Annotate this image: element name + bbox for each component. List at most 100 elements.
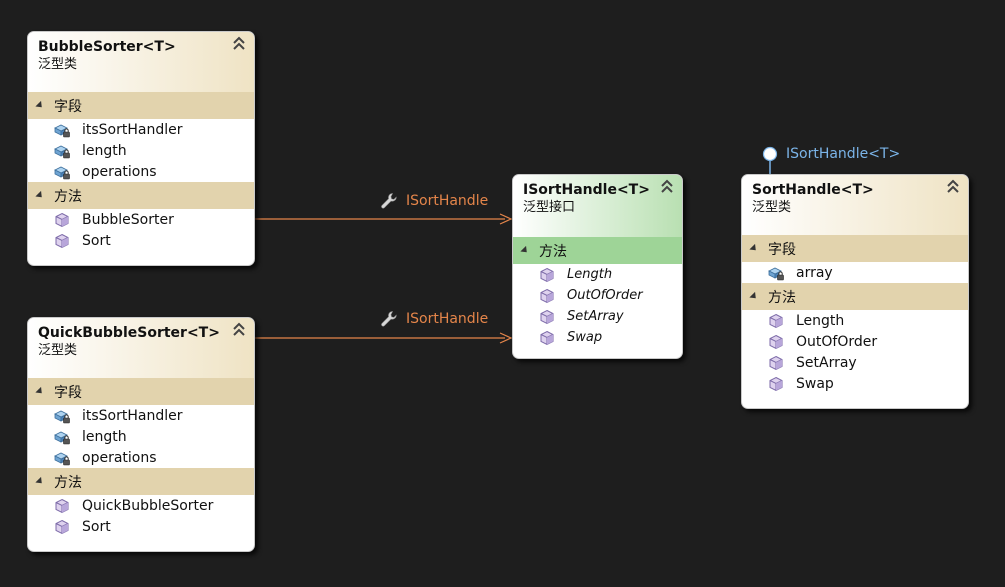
field-lock-icon xyxy=(54,429,70,445)
method-name: BubbleSorter xyxy=(82,211,174,228)
method-item[interactable]: Sort xyxy=(28,516,254,537)
section-methods[interactable]: 方法 xyxy=(513,237,682,264)
method-name: OutOfOrder xyxy=(796,333,878,350)
field-lock-icon xyxy=(54,164,70,180)
class-quick-bubble-sorter[interactable]: QuickBubbleSorter<T> 泛型类 字段 itsSortHandl… xyxy=(27,317,255,552)
association-label-quick[interactable]: ISortHandle xyxy=(380,310,488,328)
wrench-icon xyxy=(380,192,398,210)
field-name: array xyxy=(796,264,833,281)
method-name: Swap xyxy=(567,330,603,345)
method-cube-icon xyxy=(539,330,555,346)
field-lock-icon xyxy=(54,143,70,159)
field-name: length xyxy=(82,142,127,159)
double-chevron-up-icon[interactable] xyxy=(232,322,246,338)
method-item[interactable]: Swap xyxy=(742,373,968,394)
interface-kind: 泛型接口 xyxy=(523,200,576,215)
field-lock-icon xyxy=(768,265,784,281)
field-name: itsSortHandler xyxy=(82,407,183,424)
section-label: 方法 xyxy=(54,474,82,491)
class-title: SortHandle<T> xyxy=(752,182,874,198)
class-kind: 泛型类 xyxy=(752,200,792,215)
method-name: SetArray xyxy=(567,309,624,324)
interface-isorthandle[interactable]: ISortHandle<T> 泛型接口 方法 Length OutOfOrder… xyxy=(512,174,683,359)
method-cube-icon xyxy=(768,355,784,371)
field-lock-icon xyxy=(54,450,70,466)
method-name: Sort xyxy=(82,518,111,535)
method-cube-icon xyxy=(539,309,555,325)
field-name: itsSortHandler xyxy=(82,121,183,138)
class-kind: 泛型类 xyxy=(38,343,78,358)
section-fields[interactable]: 字段 xyxy=(28,378,254,405)
method-item[interactable]: QuickBubbleSorter xyxy=(28,495,254,516)
association-text: ISortHandle xyxy=(406,311,489,327)
class-bubble-sorter[interactable]: BubbleSorter<T> 泛型类 字段 itsSortHandler le… xyxy=(27,31,255,266)
section-label: 方法 xyxy=(768,289,796,306)
method-cube-icon xyxy=(768,376,784,392)
method-cube-icon xyxy=(54,233,70,249)
method-name: Length xyxy=(796,312,845,329)
method-item[interactable]: Length xyxy=(513,264,682,285)
method-name: Sort xyxy=(82,232,111,249)
class-header[interactable]: SortHandle<T> 泛型类 xyxy=(742,175,968,235)
double-chevron-up-icon[interactable] xyxy=(660,179,674,195)
interface-header[interactable]: ISortHandle<T> 泛型接口 xyxy=(513,175,682,237)
method-cube-icon xyxy=(54,212,70,228)
method-item[interactable]: SetArray xyxy=(513,306,682,327)
section-methods[interactable]: 方法 xyxy=(28,182,254,209)
method-cube-icon xyxy=(54,498,70,514)
field-item[interactable]: operations xyxy=(28,447,254,468)
field-lock-icon xyxy=(54,122,70,138)
method-item[interactable]: OutOfOrder xyxy=(742,331,968,352)
field-name: operations xyxy=(82,449,157,466)
section-methods[interactable]: 方法 xyxy=(28,468,254,495)
field-name: operations xyxy=(82,163,157,180)
lollipop-interface-label[interactable]: ISortHandle<T> xyxy=(786,146,900,162)
method-name: QuickBubbleSorter xyxy=(82,497,214,514)
method-name: Length xyxy=(567,267,613,282)
field-item[interactable]: array xyxy=(742,262,968,283)
method-name: SetArray xyxy=(796,354,857,371)
section-methods[interactable]: 方法 xyxy=(742,283,968,310)
method-cube-icon xyxy=(768,313,784,329)
interface-title: ISortHandle<T> xyxy=(523,182,650,198)
method-cube-icon xyxy=(54,519,70,535)
field-item[interactable]: itsSortHandler xyxy=(28,119,254,140)
field-item[interactable]: length xyxy=(28,426,254,447)
method-item[interactable]: OutOfOrder xyxy=(513,285,682,306)
class-title: BubbleSorter<T> xyxy=(38,39,176,55)
triangle-expand-icon[interactable] xyxy=(749,291,759,302)
method-item[interactable]: Sort xyxy=(28,230,254,251)
double-chevron-up-icon[interactable] xyxy=(946,179,960,195)
section-fields[interactable]: 字段 xyxy=(742,235,968,262)
triangle-expand-icon[interactable] xyxy=(35,386,45,397)
class-kind: 泛型类 xyxy=(38,57,78,72)
association-label-bubble[interactable]: ISortHandle xyxy=(380,192,488,210)
class-title: QuickBubbleSorter<T> xyxy=(38,325,220,341)
field-item[interactable]: operations xyxy=(28,161,254,182)
class-header[interactable]: BubbleSorter<T> 泛型类 xyxy=(28,32,254,92)
class-sort-handle[interactable]: SortHandle<T> 泛型类 字段 array 方法 Length Out… xyxy=(741,174,969,409)
method-item[interactable]: Swap xyxy=(513,327,682,348)
method-name: Swap xyxy=(796,375,834,392)
section-fields[interactable]: 字段 xyxy=(28,92,254,119)
triangle-expand-icon[interactable] xyxy=(35,100,45,111)
section-label: 字段 xyxy=(54,384,82,401)
method-name: OutOfOrder xyxy=(567,288,643,303)
section-label: 方法 xyxy=(539,243,567,260)
method-item[interactable]: BubbleSorter xyxy=(28,209,254,230)
method-cube-icon xyxy=(539,288,555,304)
field-item[interactable]: itsSortHandler xyxy=(28,405,254,426)
field-item[interactable]: length xyxy=(28,140,254,161)
method-cube-icon xyxy=(768,334,784,350)
triangle-expand-icon[interactable] xyxy=(520,245,530,256)
triangle-expand-icon[interactable] xyxy=(35,190,45,201)
lollipop-circle[interactable] xyxy=(762,146,778,162)
method-cube-icon xyxy=(539,267,555,283)
triangle-expand-icon[interactable] xyxy=(35,476,45,487)
method-item[interactable]: Length xyxy=(742,310,968,331)
double-chevron-up-icon[interactable] xyxy=(232,36,246,52)
class-header[interactable]: QuickBubbleSorter<T> 泛型类 xyxy=(28,318,254,378)
field-lock-icon xyxy=(54,408,70,424)
triangle-expand-icon[interactable] xyxy=(749,243,759,254)
method-item[interactable]: SetArray xyxy=(742,352,968,373)
